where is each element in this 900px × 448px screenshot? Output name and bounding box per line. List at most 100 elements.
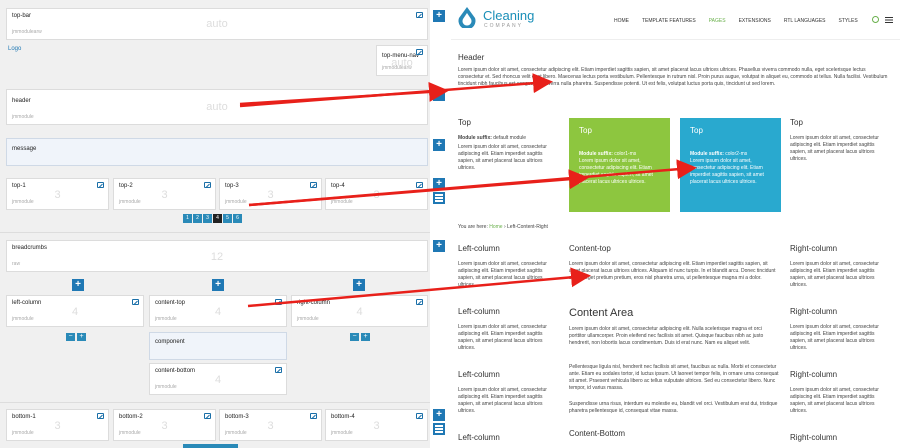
block-bottom-2[interactable]: bottom-2 3 jmmodule — [113, 409, 216, 441]
header-title: Header — [458, 53, 485, 62]
section-divider — [0, 402, 430, 403]
top-2-box: Top Module suffix: color1-ms Lorem ipsum… — [569, 118, 670, 212]
add-section-button[interactable]: + — [433, 139, 445, 151]
search-icon[interactable] — [872, 16, 879, 23]
block-suffix: jmmodule — [155, 316, 177, 322]
block-right-column[interactable]: right-column 4 jmmodule — [291, 295, 428, 327]
edit-icon[interactable] — [416, 49, 423, 55]
edit-icon[interactable] — [132, 299, 139, 305]
content-top-text: Lorem ipsum dolor sit amet, consectetur … — [569, 261, 776, 281]
edit-icon[interactable] — [97, 182, 104, 188]
block-top-menu-nav[interactable]: top-menu-nav auto jmmodulearw — [376, 45, 428, 76]
grid-layout-icon[interactable] — [433, 423, 445, 435]
edit-icon[interactable] — [275, 299, 282, 305]
add-section-button[interactable]: + — [433, 10, 445, 22]
add-section-button[interactable]: + — [433, 178, 445, 190]
edit-icon[interactable] — [97, 413, 104, 419]
top-3-text: Lorem ipsum dolor sit amet, consectetur … — [690, 158, 764, 185]
block-left-column[interactable]: left-column 4 jmmodule — [6, 295, 144, 327]
block-bottom-3[interactable]: bottom-3 3 jmmodule — [219, 409, 322, 441]
left-column-title: Left-column — [458, 433, 500, 442]
block-suffix: jmmodule — [119, 199, 141, 205]
add-position-button[interactable]: + — [212, 279, 224, 291]
decrease-width-button[interactable]: − — [66, 333, 75, 341]
content-top-title: Content-top — [569, 244, 611, 253]
block-name: message — [12, 146, 37, 152]
block-top-bar[interactable]: top-bar auto jmmodulearw — [6, 8, 428, 40]
left-column-title: Left-column — [458, 307, 500, 316]
top-4-text: Lorem ipsum dolor sit amet, consectetur … — [790, 135, 879, 162]
block-component[interactable]: component — [149, 332, 287, 360]
decrease-width-button[interactable]: − — [350, 333, 359, 341]
layout-page-1[interactable]: 1 — [183, 214, 192, 223]
right-column-title: Right-column — [790, 370, 838, 379]
menu-item-template-features[interactable]: TEMPLATE FEATURES — [642, 18, 696, 24]
top-4-title: Top — [790, 118, 803, 127]
edit-icon[interactable] — [275, 367, 282, 373]
block-width: 12 — [210, 251, 224, 263]
right-column-width-controls: − + — [350, 333, 370, 341]
block-top-2[interactable]: top-2 3 jmmodule — [113, 178, 216, 210]
block-content-bottom[interactable]: content-bottom 4 jmmodule — [149, 363, 287, 395]
block-message[interactable]: message — [6, 138, 428, 166]
edit-icon[interactable] — [416, 182, 423, 188]
brand-name[interactable]: Cleaning — [483, 8, 534, 23]
layout-page-6[interactable]: 6 — [233, 214, 242, 223]
block-suffix: jmmodule — [12, 430, 34, 436]
menu-item-pages[interactable]: PAGES — [709, 18, 726, 24]
layout-pagination: 1 2 3 4 5 6 — [183, 214, 242, 223]
block-content-top[interactable]: content-top 4 jmmodule — [149, 295, 287, 327]
increase-width-button[interactable]: + — [361, 333, 370, 341]
block-name: component — [155, 339, 185, 345]
breadcrumb-home-link[interactable]: Home — [489, 224, 502, 230]
main-menu: HOME TEMPLATE FEATURES PAGES EXTENSIONS … — [614, 18, 858, 24]
layout-page-5[interactable]: 5 — [223, 214, 232, 223]
block-top-1[interactable]: top-1 3 jmmodule — [6, 178, 109, 210]
top-1-title: Top — [458, 118, 471, 127]
block-suffix: jmmodule — [225, 199, 247, 205]
menu-item-rtl-languages[interactable]: RTL LANGUAGES — [784, 18, 826, 24]
header-text: Lorem ipsum dolor sit amet, consectetur … — [458, 67, 888, 87]
droplet-logo-icon — [458, 7, 476, 28]
block-top-4[interactable]: top-4 3 jmmodule — [325, 178, 428, 210]
layout-page-3[interactable]: 3 — [203, 214, 212, 223]
block-top-3[interactable]: top-3 3 jmmodule — [219, 178, 322, 210]
top-1-suffix: Module suffix: default module — [458, 135, 527, 141]
site-navbar: Cleaning COMPANY HOME TEMPLATE FEATURES … — [451, 0, 900, 40]
add-section-button[interactable]: + — [433, 240, 445, 252]
block-bottom-4[interactable]: bottom-4 3 jmmodule — [325, 409, 428, 441]
hamburger-menu-icon[interactable] — [885, 17, 893, 23]
breadcrumb: You are here: Home › Left-Content-Right — [458, 224, 548, 230]
edit-icon[interactable] — [416, 299, 423, 305]
menu-item-extensions[interactable]: EXTENSIONS — [739, 18, 771, 24]
logo-link[interactable]: Logo — [8, 46, 21, 52]
layout-page-4[interactable]: 4 — [213, 214, 222, 223]
add-position-button[interactable]: + — [72, 279, 84, 291]
right-column-title: Right-column — [790, 307, 838, 316]
block-suffix: jmmodule — [12, 114, 34, 120]
grid-layout-icon[interactable] — [433, 192, 445, 204]
block-breadcrumbs[interactable]: breadcrumbs 12 raw — [6, 240, 428, 272]
top-3-title: Top — [690, 126, 703, 135]
add-position-button[interactable]: + — [353, 279, 365, 291]
left-column-text: Lorem ipsum dolor sit amet, consectetur … — [458, 387, 547, 414]
edit-icon[interactable] — [204, 413, 211, 419]
increase-width-button[interactable]: + — [77, 333, 86, 341]
menu-item-styles[interactable]: STYLES — [839, 18, 858, 24]
edit-icon[interactable] — [416, 413, 423, 419]
left-column-text: Lorem ipsum dolor sit amet, consectetur … — [458, 261, 547, 288]
edit-icon[interactable] — [310, 413, 317, 419]
menu-item-home[interactable]: HOME — [614, 18, 629, 24]
edit-icon[interactable] — [204, 182, 211, 188]
block-suffix: jmmodule — [155, 384, 177, 390]
left-column-text: Lorem ipsum dolor sit amet, consectetur … — [458, 324, 547, 351]
edit-icon[interactable] — [416, 12, 423, 18]
top-1-text: Lorem ipsum dolor sit amet, consectetur … — [458, 144, 547, 171]
layout-page-2[interactable]: 2 — [193, 214, 202, 223]
add-section-button[interactable]: + — [433, 89, 445, 101]
edit-icon[interactable] — [310, 182, 317, 188]
right-column-text: Lorem ipsum dolor sit amet, consectetur … — [790, 387, 879, 414]
block-header[interactable]: header auto jmmodule — [6, 89, 428, 125]
block-bottom-1[interactable]: bottom-1 3 jmmodule — [6, 409, 109, 441]
add-section-button[interactable]: + — [433, 409, 445, 421]
